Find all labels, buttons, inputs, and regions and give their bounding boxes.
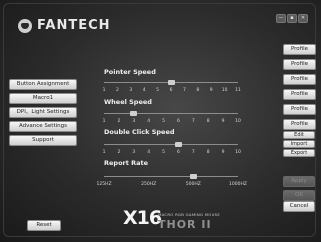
brand-logo: FANTECH [18,18,111,33]
ok-button[interactable]: OK [283,190,315,201]
tick-label: 5 [156,88,160,93]
sidebar-item-button-assignment[interactable]: Button Assignment [9,79,77,90]
tick-label: 5 [162,150,165,155]
tick-label: 2 [115,88,119,93]
tick-label: 7 [182,88,186,93]
double-click-speed-slider[interactable] [104,142,238,147]
double-click-speed-thumb[interactable] [174,142,182,147]
minimize-button[interactable]: — [276,14,286,23]
profile-button-6[interactable]: Profile [283,119,316,130]
tick-label: 4 [147,150,151,155]
tick-label: 9 [209,88,213,93]
tick-label: 10 [235,150,241,155]
tick-label: 1 [102,88,106,93]
tick-label: 3 [132,150,136,155]
restore-button[interactable]: ▪ [287,14,297,23]
tick-label: 1 [102,119,106,124]
tick-label: 11 [235,88,241,93]
tick-label: 3 [129,88,133,93]
model-name: THOR II [158,218,212,231]
logo-text: FANTECH [37,18,111,33]
pointer-speed-ticks: 1 2 3 4 5 6 7 8 9 10 11 [102,88,241,94]
import-button[interactable]: Import [283,140,315,148]
report-rate-ticks: 125HZ 250HZ 500HZ 1000HZ [96,182,246,188]
tick-label: 6 [177,150,180,155]
wheel-speed-slider[interactable] [104,111,238,116]
report-rate-thumb[interactable] [189,174,197,179]
tick-label: 8 [206,119,210,124]
tick-label: 8 [206,150,210,155]
tick-label: 250HZ [141,182,157,187]
wheel-speed-title: Wheel Speed [104,98,152,106]
tick-label: 4 [142,88,146,93]
tick-label: 5 [162,119,165,124]
profile-button-5[interactable]: Profile [283,104,316,115]
wheel-speed-thumb[interactable] [130,111,138,116]
cancel-button[interactable]: Cancel [283,201,315,212]
tick-label: 500HZ [185,182,201,187]
apply-button[interactable]: Apply [283,176,315,187]
edit-button[interactable]: Edit [283,131,315,139]
profile-button-1[interactable]: Profile [283,44,316,55]
close-button[interactable]: ✕ [298,14,308,23]
tick-label: 3 [132,119,136,124]
fantech-logo-icon [18,18,32,33]
tick-label: 7 [191,119,195,124]
pointer-speed-title: Pointer Speed [104,68,156,76]
profile-button-3[interactable]: Profile [283,74,316,85]
report-rate-slider[interactable] [104,174,238,179]
pointer-speed-thumb[interactable] [167,80,175,85]
export-button[interactable]: Export [283,149,315,157]
tick-label: 1 [102,150,106,155]
tick-label: 2 [117,119,121,124]
sidebar-item-dpi-light[interactable]: DPI、Light Settings [9,107,77,118]
sidebar-item-macro[interactable]: Macro1 [9,93,77,104]
sidebar-item-advance-settings[interactable]: Advance Settings [9,121,77,132]
profile-button-4[interactable]: Profile [283,89,316,100]
pointer-speed-slider[interactable] [104,80,238,85]
tick-label: 9 [221,119,225,124]
tick-label: 6 [177,119,180,124]
double-click-speed-title: Double Click Speed [104,128,175,136]
tick-label: 1000HZ [229,182,247,187]
tick-label: 9 [221,150,225,155]
tick-label: 8 [196,88,200,93]
tick-label: 4 [147,119,151,124]
model-number: X16 [123,207,162,229]
sidebar-item-support[interactable]: Support [9,135,77,146]
report-rate-title: Report Rate [104,159,149,167]
tick-label: 7 [191,150,195,155]
tick-label: 6 [169,88,173,93]
double-click-speed-ticks: 1 2 3 4 5 6 7 8 9 10 [102,150,241,156]
wheel-speed-ticks: 1 2 3 4 5 6 7 8 9 10 [102,119,241,125]
model-tagline: MACRO RGB GAMING MOUSE [158,212,221,217]
tick-label: 10 [235,119,241,124]
tick-label: 125HZ [96,182,112,187]
tick-label: 10 [221,88,228,93]
profile-button-2[interactable]: Profile [283,59,316,70]
reset-button[interactable]: Reset [27,220,61,231]
tick-label: 2 [117,150,121,155]
